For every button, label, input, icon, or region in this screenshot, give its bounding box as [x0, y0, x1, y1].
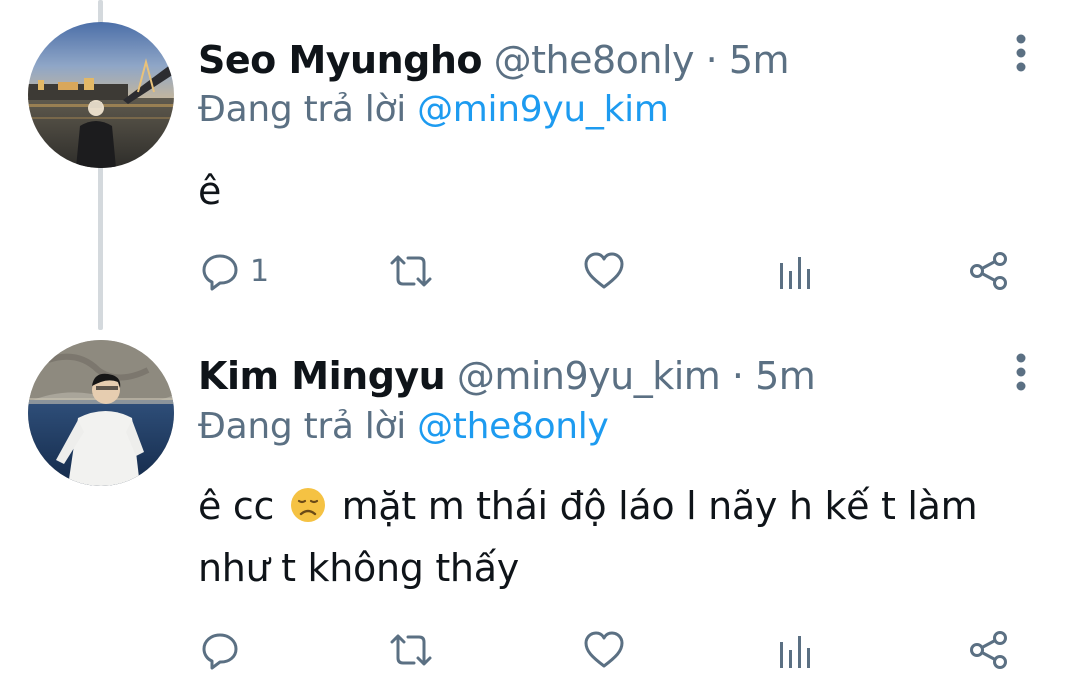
- share-icon: [970, 631, 1007, 669]
- replying-to-label: Đang trả lời: [198, 406, 406, 447]
- separator-dot: ·: [731, 354, 744, 398]
- share-button[interactable]: [968, 246, 1010, 296]
- share-icon: [970, 252, 1007, 290]
- retweet-icon: [390, 634, 432, 666]
- reply-button[interactable]: [200, 625, 250, 675]
- replying-to-mention[interactable]: @the8only: [417, 406, 609, 447]
- reply-icon: [202, 633, 238, 670]
- retweet-button[interactable]: [388, 246, 434, 296]
- avatar[interactable]: [28, 340, 174, 486]
- timestamp[interactable]: 5m: [755, 354, 816, 398]
- tweet-text-before-emoji: ê cc: [198, 484, 275, 528]
- tweet-actions: [198, 625, 1028, 675]
- more-options-icon[interactable]: [1008, 28, 1034, 78]
- retweet-button[interactable]: [388, 625, 434, 675]
- disappointed-face-emoji-icon: [290, 488, 325, 522]
- timestamp[interactable]: 5m: [729, 38, 790, 82]
- user-handle[interactable]: @the8only: [494, 38, 695, 82]
- replying-to-label: Đang trả lời: [198, 89, 406, 130]
- more-options-icon[interactable]: [1008, 347, 1034, 397]
- share-button[interactable]: [968, 625, 1010, 675]
- tweet-actions: 1: [198, 246, 1028, 296]
- like-icon: [584, 631, 624, 668]
- reply-count: 1: [250, 253, 270, 289]
- separator-dot: ·: [705, 38, 718, 82]
- replying-to: Đang trả lời @the8only: [198, 404, 609, 450]
- tweet-text: ê: [198, 160, 1018, 222]
- like-button[interactable]: [582, 625, 626, 675]
- display-name[interactable]: Seo Myungho: [198, 38, 483, 82]
- reply-button[interactable]: 1: [200, 246, 269, 296]
- retweet-icon: [390, 255, 432, 287]
- tweet-seo-myungho[interactable]: Seo Myungho @the8only · 5m Đang trả lời …: [0, 0, 1080, 330]
- analytics-button[interactable]: [778, 246, 814, 296]
- like-icon: [584, 252, 624, 289]
- analytics-icon: [780, 257, 810, 289]
- display-name[interactable]: Kim Mingyu: [198, 354, 446, 398]
- tweet-kim-mingyu[interactable]: Kim Mingyu @min9yu_kim · 5m Đang trả lời…: [0, 330, 1080, 685]
- tweet-text: ê cc mặt m thái độ láo l nãy h kế t làm …: [198, 475, 1018, 599]
- tweet-text-content: ê: [198, 169, 222, 213]
- replying-to-mention[interactable]: @min9yu_kim: [417, 89, 669, 130]
- tweet-header: Kim Mingyu @min9yu_kim · 5m: [198, 352, 816, 400]
- like-button[interactable]: [582, 246, 626, 296]
- analytics-icon: [780, 636, 810, 668]
- analytics-button[interactable]: [778, 625, 814, 675]
- reply-icon: [202, 254, 238, 291]
- avatar[interactable]: [28, 22, 174, 168]
- replying-to: Đang trả lời @min9yu_kim: [198, 87, 669, 133]
- tweet-header: Seo Myungho @the8only · 5m: [198, 36, 790, 84]
- user-handle[interactable]: @min9yu_kim: [457, 354, 721, 398]
